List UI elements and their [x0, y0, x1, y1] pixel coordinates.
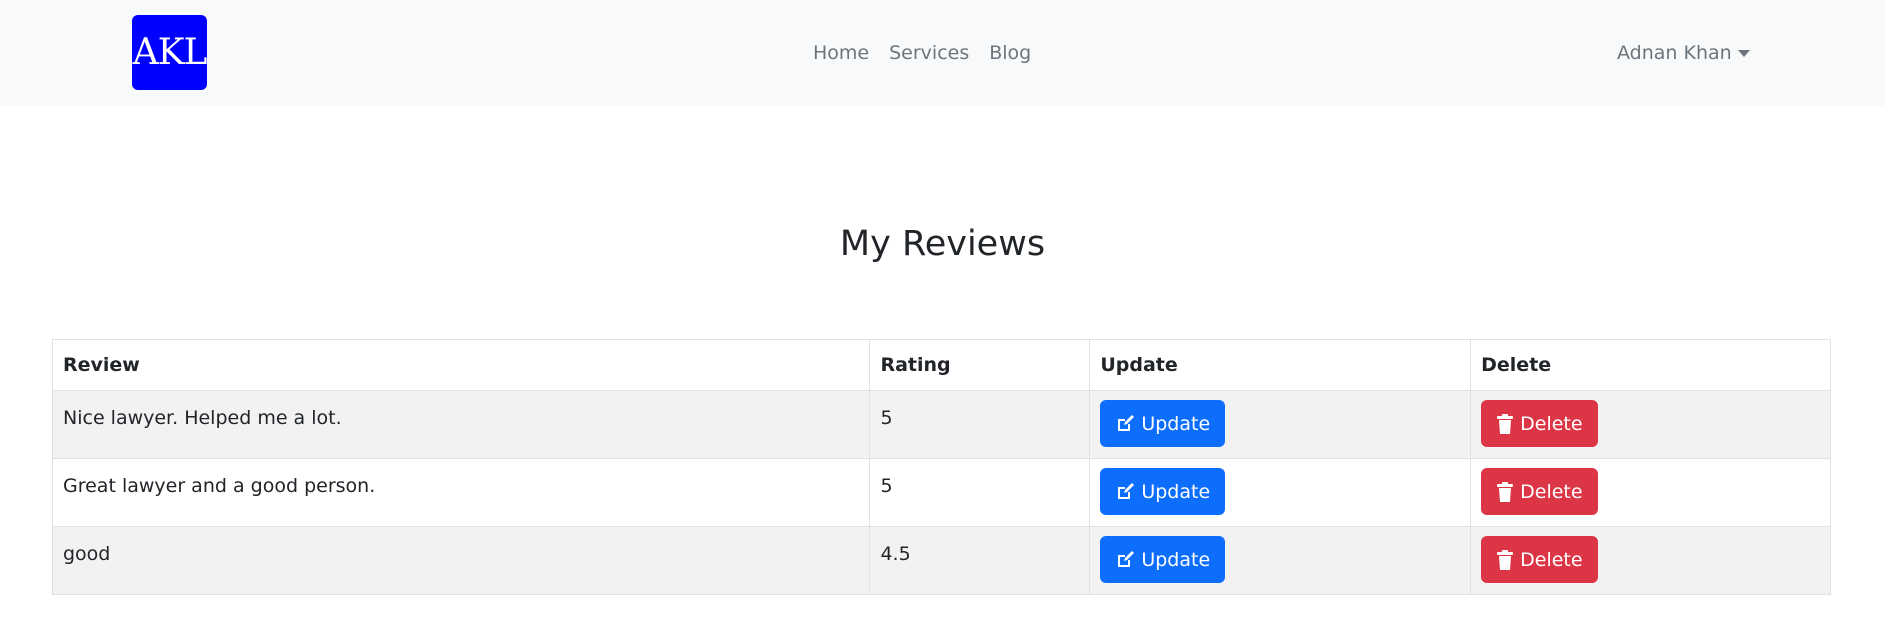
update-button[interactable]: Update	[1100, 400, 1226, 447]
table-row: Nice lawyer. Helped me a lot. 5 Update D…	[51, 390, 1831, 459]
update-cell: Update	[1089, 390, 1472, 459]
nav-link-blog[interactable]: Blog	[979, 38, 1041, 68]
column-header-review: Review	[51, 339, 871, 391]
review-rating: 5	[869, 458, 1091, 527]
delete-button-label: Delete	[1520, 412, 1583, 435]
brand-logo[interactable]: AKL	[132, 15, 207, 90]
delete-cell: Delete	[1470, 526, 1831, 595]
column-header-delete: Delete	[1470, 339, 1831, 391]
review-rating: 4.5	[869, 526, 1091, 595]
nav-link-services[interactable]: Services	[879, 38, 979, 68]
table-row: good 4.5 Update Delete	[51, 526, 1831, 595]
table-header-row: Review Rating Update Delete	[51, 339, 1831, 391]
trash-icon	[1497, 481, 1514, 502]
edit-icon	[1118, 482, 1135, 499]
delete-button[interactable]: Delete	[1481, 400, 1598, 447]
review-rating: 5	[869, 390, 1091, 459]
update-cell: Update	[1089, 526, 1472, 595]
update-cell: Update	[1089, 458, 1472, 527]
review-text: Nice lawyer. Helped me a lot.	[51, 390, 871, 459]
user-name: Adnan Khan	[1617, 42, 1732, 64]
update-button-label: Update	[1141, 548, 1211, 571]
table-row: Great lawyer and a good person. 5 Update…	[51, 458, 1831, 527]
edit-icon	[1118, 550, 1135, 567]
edit-icon	[1118, 414, 1135, 431]
nav-link-home[interactable]: Home	[803, 38, 879, 68]
update-button-label: Update	[1141, 480, 1211, 503]
trash-icon	[1497, 413, 1514, 434]
navbar: AKL Home Services Blog Adnan Khan	[0, 0, 1885, 106]
user-menu-toggle[interactable]: Adnan Khan	[1617, 42, 1750, 64]
delete-button[interactable]: Delete	[1481, 468, 1598, 515]
update-button[interactable]: Update	[1100, 536, 1226, 583]
column-header-update: Update	[1089, 339, 1472, 391]
reviews-table: Review Rating Update Delete Nice lawyer.…	[51, 339, 1831, 595]
delete-cell: Delete	[1470, 458, 1831, 527]
delete-button-label: Delete	[1520, 548, 1583, 571]
page-title: My Reviews	[839, 224, 1046, 264]
review-text: good	[51, 526, 871, 595]
caret-down-icon	[1737, 49, 1750, 57]
update-button[interactable]: Update	[1100, 468, 1226, 515]
delete-button[interactable]: Delete	[1481, 536, 1598, 583]
review-text: Great lawyer and a good person.	[51, 458, 871, 527]
delete-button-label: Delete	[1520, 480, 1583, 503]
column-header-rating: Rating	[869, 339, 1091, 391]
update-button-label: Update	[1141, 412, 1211, 435]
trash-icon	[1497, 549, 1514, 570]
nav-links: Home Services Blog	[803, 38, 1041, 68]
delete-cell: Delete	[1470, 390, 1831, 459]
